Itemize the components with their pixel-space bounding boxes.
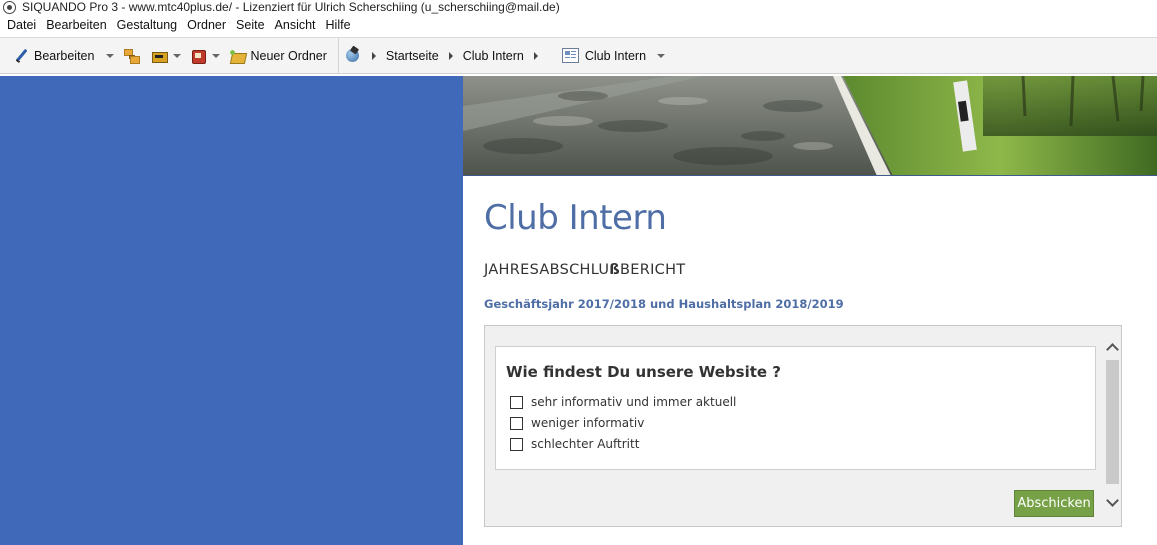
book-dropdown-arrow[interactable] [212,53,221,58]
media-button[interactable] [148,43,170,69]
survey-option-label: schlechter Auftritt [531,437,640,451]
new-folder-label: Neuer Ordner [250,48,327,63]
toolbar-actions: Bearbeiten Neuer Ordner [0,38,339,73]
survey-option-label: sehr informativ und immer aktuell [531,395,737,409]
chevron-up-icon[interactable] [1107,342,1117,352]
edit-dropdown-arrow[interactable] [106,53,115,58]
page-subheading: JAHRESABSCHLUßBERICHT [484,262,685,278]
checkbox[interactable] [510,416,523,430]
current-page-selector[interactable]: Club Intern [585,49,646,63]
breadcrumb: Startseite Club Intern Club Intern [339,38,671,73]
title-bar: SIQUANDO Pro 3 - www.mtc40plus.de/ - Liz… [0,0,1157,15]
survey-option-1[interactable]: sehr informativ und immer aktuell [510,395,736,409]
report-link[interactable]: Geschäftsjahr 2017/2018 und Haushaltspla… [484,297,844,311]
book-button[interactable] [187,43,209,69]
survey-frame: Wie findest Du unsere Website ? sehr inf… [484,325,1122,527]
current-page-dropdown-arrow[interactable] [657,53,666,58]
new-folder-icon [229,48,245,64]
chevron-right-icon[interactable] [371,51,376,60]
subheading-part-1: JAHRESABSCHLU [484,262,610,278]
breadcrumb-club-intern[interactable]: Club Intern [463,49,524,63]
menu-hilfe[interactable]: Hilfe [321,15,356,36]
app-icon[interactable] [3,1,16,14]
chevron-right-icon[interactable] [533,51,538,60]
page-preview: Club Intern JAHRESABSCHLUßBERICHT Geschä… [463,76,1157,545]
menu-ordner[interactable]: Ordner [182,15,231,36]
checkbox[interactable] [510,437,523,451]
structure-button[interactable] [120,43,142,69]
media-dropdown-arrow[interactable] [173,53,182,58]
edit-button-label: Bearbeiten [34,48,95,63]
tree-icon [123,48,141,64]
survey-option-label: weniger informativ [531,416,645,430]
submit-button[interactable]: Abschicken [1014,490,1094,517]
survey-scrollbar[interactable] [1103,336,1121,518]
menu-gestaltung[interactable]: Gestaltung [112,15,182,36]
survey-form: Wie findest Du unsere Website ? sehr inf… [495,346,1096,470]
folder-image-icon [151,48,169,64]
edit-button[interactable]: Bearbeiten [10,43,97,69]
new-folder-button[interactable]: Neuer Ordner [226,43,329,69]
header-banner-image [463,76,1157,176]
survey-question: Wie findest Du unsere Website ? [506,363,781,381]
globe-icon[interactable] [345,47,362,64]
breadcrumb-startseite[interactable]: Startseite [386,49,439,63]
toolbar: Bearbeiten Neuer Ordner Startseite Club … [0,37,1157,74]
menu-bearbeiten[interactable]: Bearbeiten [41,15,111,36]
survey-option-2[interactable]: weniger informativ [510,416,644,430]
chevron-right-icon[interactable] [448,51,453,60]
menu-datei[interactable]: Datei [2,15,41,36]
survey-option-3[interactable]: schlechter Auftritt [510,437,639,451]
page-icon [561,48,579,63]
subheading-part-3: BERICHT [620,262,686,278]
pencil-icon [13,48,29,64]
window-title: SIQUANDO Pro 3 - www.mtc40plus.de/ - Liz… [22,0,560,14]
scrollbar-thumb[interactable] [1106,360,1119,484]
left-panel [0,76,463,545]
page-title: Club Intern [484,198,667,238]
subheading-part-2: ß [609,262,621,278]
book-icon [190,48,207,64]
chevron-down-icon[interactable] [1107,496,1117,506]
menu-seite[interactable]: Seite [231,15,270,36]
checkbox[interactable] [510,395,523,409]
menu-ansicht[interactable]: Ansicht [270,15,321,36]
menu-bar: Datei Bearbeiten Gestaltung Ordner Seite… [0,15,1157,36]
